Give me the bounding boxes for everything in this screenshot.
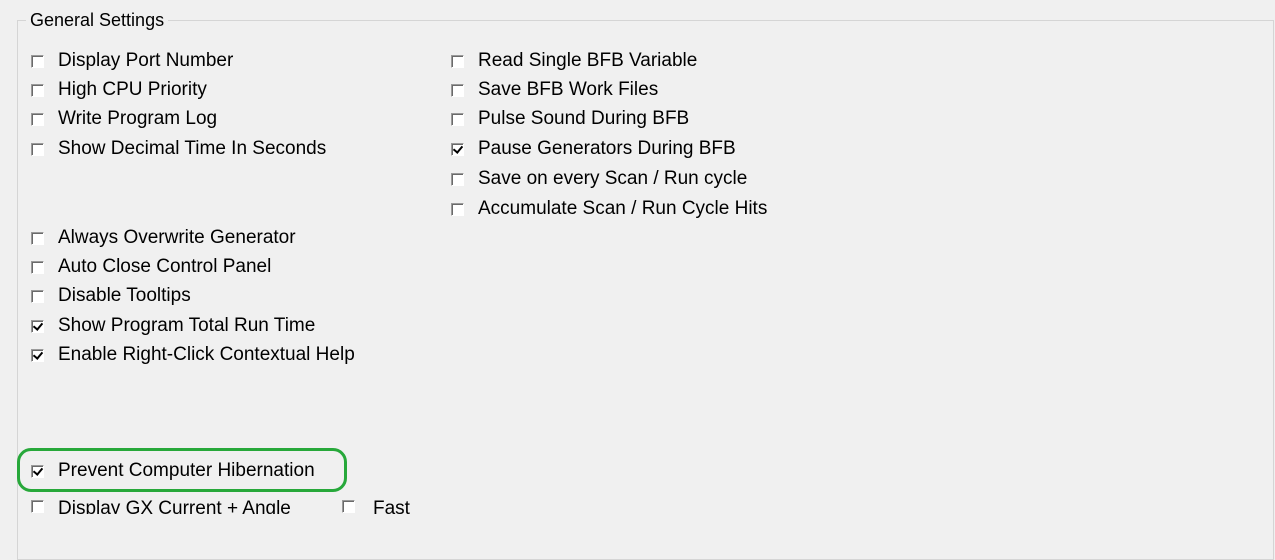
checkbox-label: Save on every Scan / Run cycle [478,168,748,189]
checkbox-label: Auto Close Control Panel [58,256,272,277]
checkbox-disable-tooltips[interactable]: Disable Tooltips [31,284,191,308]
checkbox-enable-right-click-help[interactable]: Enable Right-Click Contextual Help [31,343,355,367]
checkbox-box[interactable] [451,202,464,216]
checkbox-box[interactable] [342,500,355,513]
checkbox-write-program-log[interactable]: Write Program Log [31,107,217,131]
checkbox-box[interactable] [31,289,44,303]
checkbox-label: Pause Generators During BFB [478,138,736,159]
checkbox-label: Enable Right-Click Contextual Help [58,344,355,365]
checkbox-label: Display Port Number [58,50,234,71]
checkbox-display-gx-current-angle[interactable]: Display GX Current + Angle [31,494,291,514]
checkbox-label: Write Program Log [58,108,218,129]
checkbox-pulse-sound-during-bfb[interactable]: Pulse Sound During BFB [451,107,689,131]
checkbox-box[interactable] [451,172,464,186]
checkbox-display-port-number[interactable]: Display Port Number [31,49,233,73]
checkbox-fast[interactable]: Fast [342,494,410,514]
checkbox-label: Pulse Sound During BFB [478,108,690,129]
checkbox-save-bfb-work-files[interactable]: Save BFB Work Files [451,78,658,102]
checkbox-save-on-every-scan-run-cycle[interactable]: Save on every Scan / Run cycle [451,167,747,191]
checkbox-box[interactable] [31,348,44,362]
checkbox-accumulate-scan-run-cycle-hits[interactable]: Accumulate Scan / Run Cycle Hits [451,197,767,221]
checkbox-box[interactable] [31,260,44,274]
checkbox-label: Prevent Computer Hibernation [58,460,315,481]
checkbox-label: Disable Tooltips [58,285,191,306]
checkbox-always-overwrite-generator[interactable]: Always Overwrite Generator [31,226,296,250]
checkbox-auto-close-control-panel[interactable]: Auto Close Control Panel [31,255,271,279]
general-settings-title: General Settings [26,9,169,31]
checkbox-box[interactable] [451,54,464,68]
checkbox-label: Always Overwrite Generator [58,227,296,248]
checkbox-pause-generators-during-bfb[interactable]: Pause Generators During BFB [451,137,736,161]
checkbox-label: Show Program Total Run Time [58,315,316,336]
checkbox-prevent-computer-hibernation[interactable]: Prevent Computer Hibernation [31,459,315,483]
checkbox-label: Read Single BFB Variable [478,50,698,71]
checkbox-label: High CPU Priority [58,79,207,100]
checkbox-box[interactable] [31,54,44,68]
checkbox-label: Accumulate Scan / Run Cycle Hits [478,198,768,219]
checkbox-read-single-bfb-variable[interactable]: Read Single BFB Variable [451,49,697,73]
checkbox-box[interactable] [451,142,464,156]
checkbox-label: Save BFB Work Files [478,79,659,100]
checkbox-box[interactable] [31,464,44,478]
checkbox-box[interactable] [31,112,44,126]
checkbox-show-program-total-run-time[interactable]: Show Program Total Run Time [31,314,315,338]
checkbox-high-cpu-priority[interactable]: High CPU Priority [31,78,207,102]
checkbox-show-decimal-time[interactable]: Show Decimal Time In Seconds [31,137,326,161]
checkbox-box[interactable] [31,319,44,333]
checkbox-box[interactable] [31,231,44,245]
checkbox-label: Display GX Current + Angle [58,498,291,514]
checkbox-box[interactable] [31,83,44,97]
checkbox-box[interactable] [451,83,464,97]
checkbox-box[interactable] [31,142,44,156]
checkbox-label: Fast [373,498,410,514]
checkbox-box[interactable] [31,500,44,513]
checkbox-label: Show Decimal Time In Seconds [58,138,327,159]
checkbox-box[interactable] [451,112,464,126]
